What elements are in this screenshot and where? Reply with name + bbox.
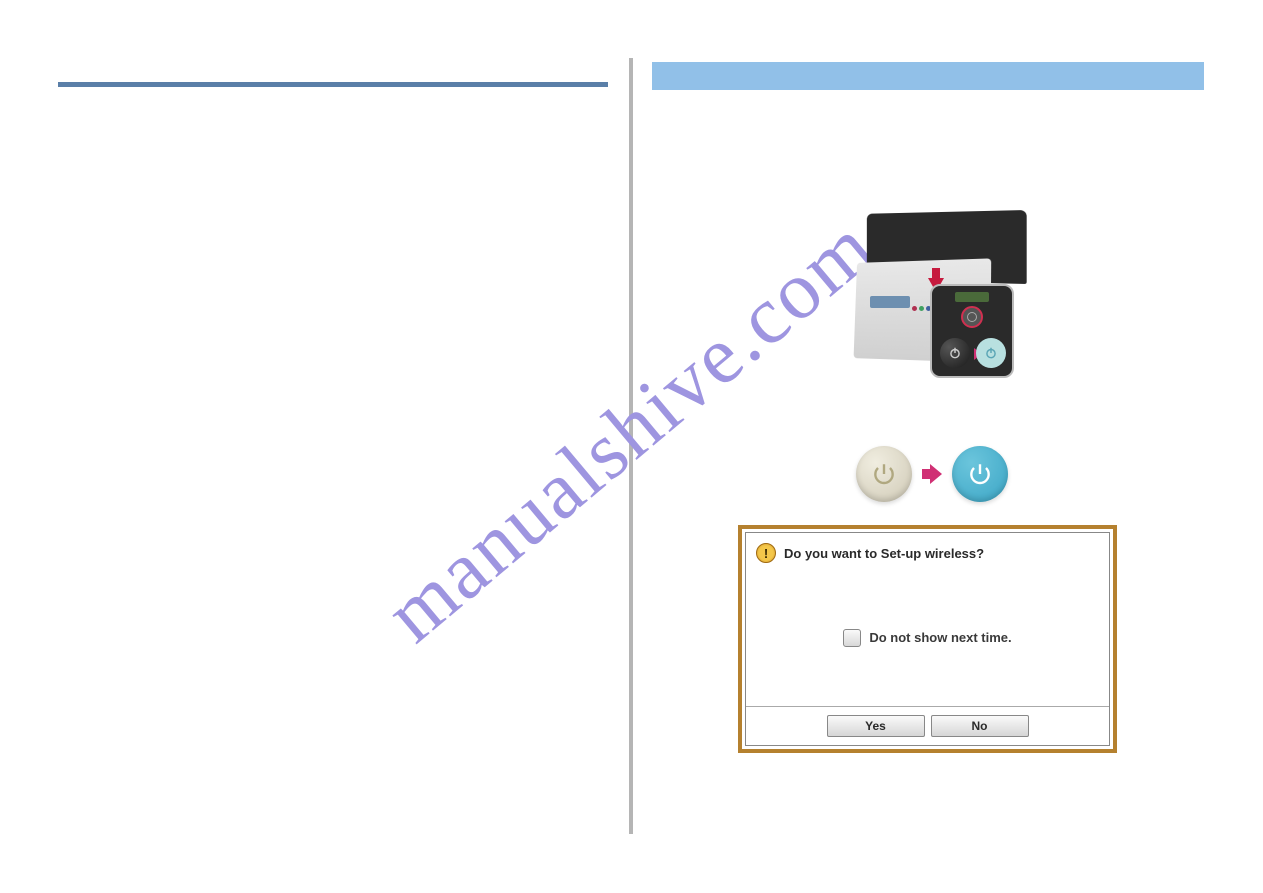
dont-show-checkbox[interactable] — [843, 629, 861, 647]
arrow-right-icon — [922, 464, 942, 484]
wireless-setup-dialog: ! Do you want to Set-up wireless? Do not… — [738, 525, 1117, 753]
power-off-icon — [856, 446, 912, 502]
dialog-body: Do not show next time. — [746, 569, 1109, 706]
no-button[interactable]: No — [931, 715, 1029, 737]
dont-show-label: Do not show next time. — [869, 630, 1011, 645]
dont-show-row[interactable]: Do not show next time. — [843, 629, 1011, 647]
power-button-highlighted-icon — [961, 306, 983, 328]
left-header-rule — [58, 82, 608, 87]
alert-icon: ! — [756, 543, 776, 563]
dialog-footer: Yes No — [746, 706, 1109, 745]
yes-button[interactable]: Yes — [827, 715, 925, 737]
page-container: manualshive.com — [0, 0, 1263, 893]
right-header-bar — [652, 62, 1204, 90]
power-on-icon — [952, 446, 1008, 502]
power-panel-inset — [930, 284, 1014, 378]
power-off-small-icon — [940, 338, 970, 368]
power-transition-row — [856, 446, 1008, 502]
printer-lcd-panel — [870, 296, 910, 308]
power-label-chip — [955, 292, 989, 302]
column-divider — [629, 58, 633, 834]
dialog-inner-frame: ! Do you want to Set-up wireless? Do not… — [745, 532, 1110, 746]
power-on-small-icon — [976, 338, 1006, 368]
dialog-title: Do you want to Set-up wireless? — [784, 546, 984, 561]
dialog-header: ! Do you want to Set-up wireless? — [746, 533, 1109, 569]
